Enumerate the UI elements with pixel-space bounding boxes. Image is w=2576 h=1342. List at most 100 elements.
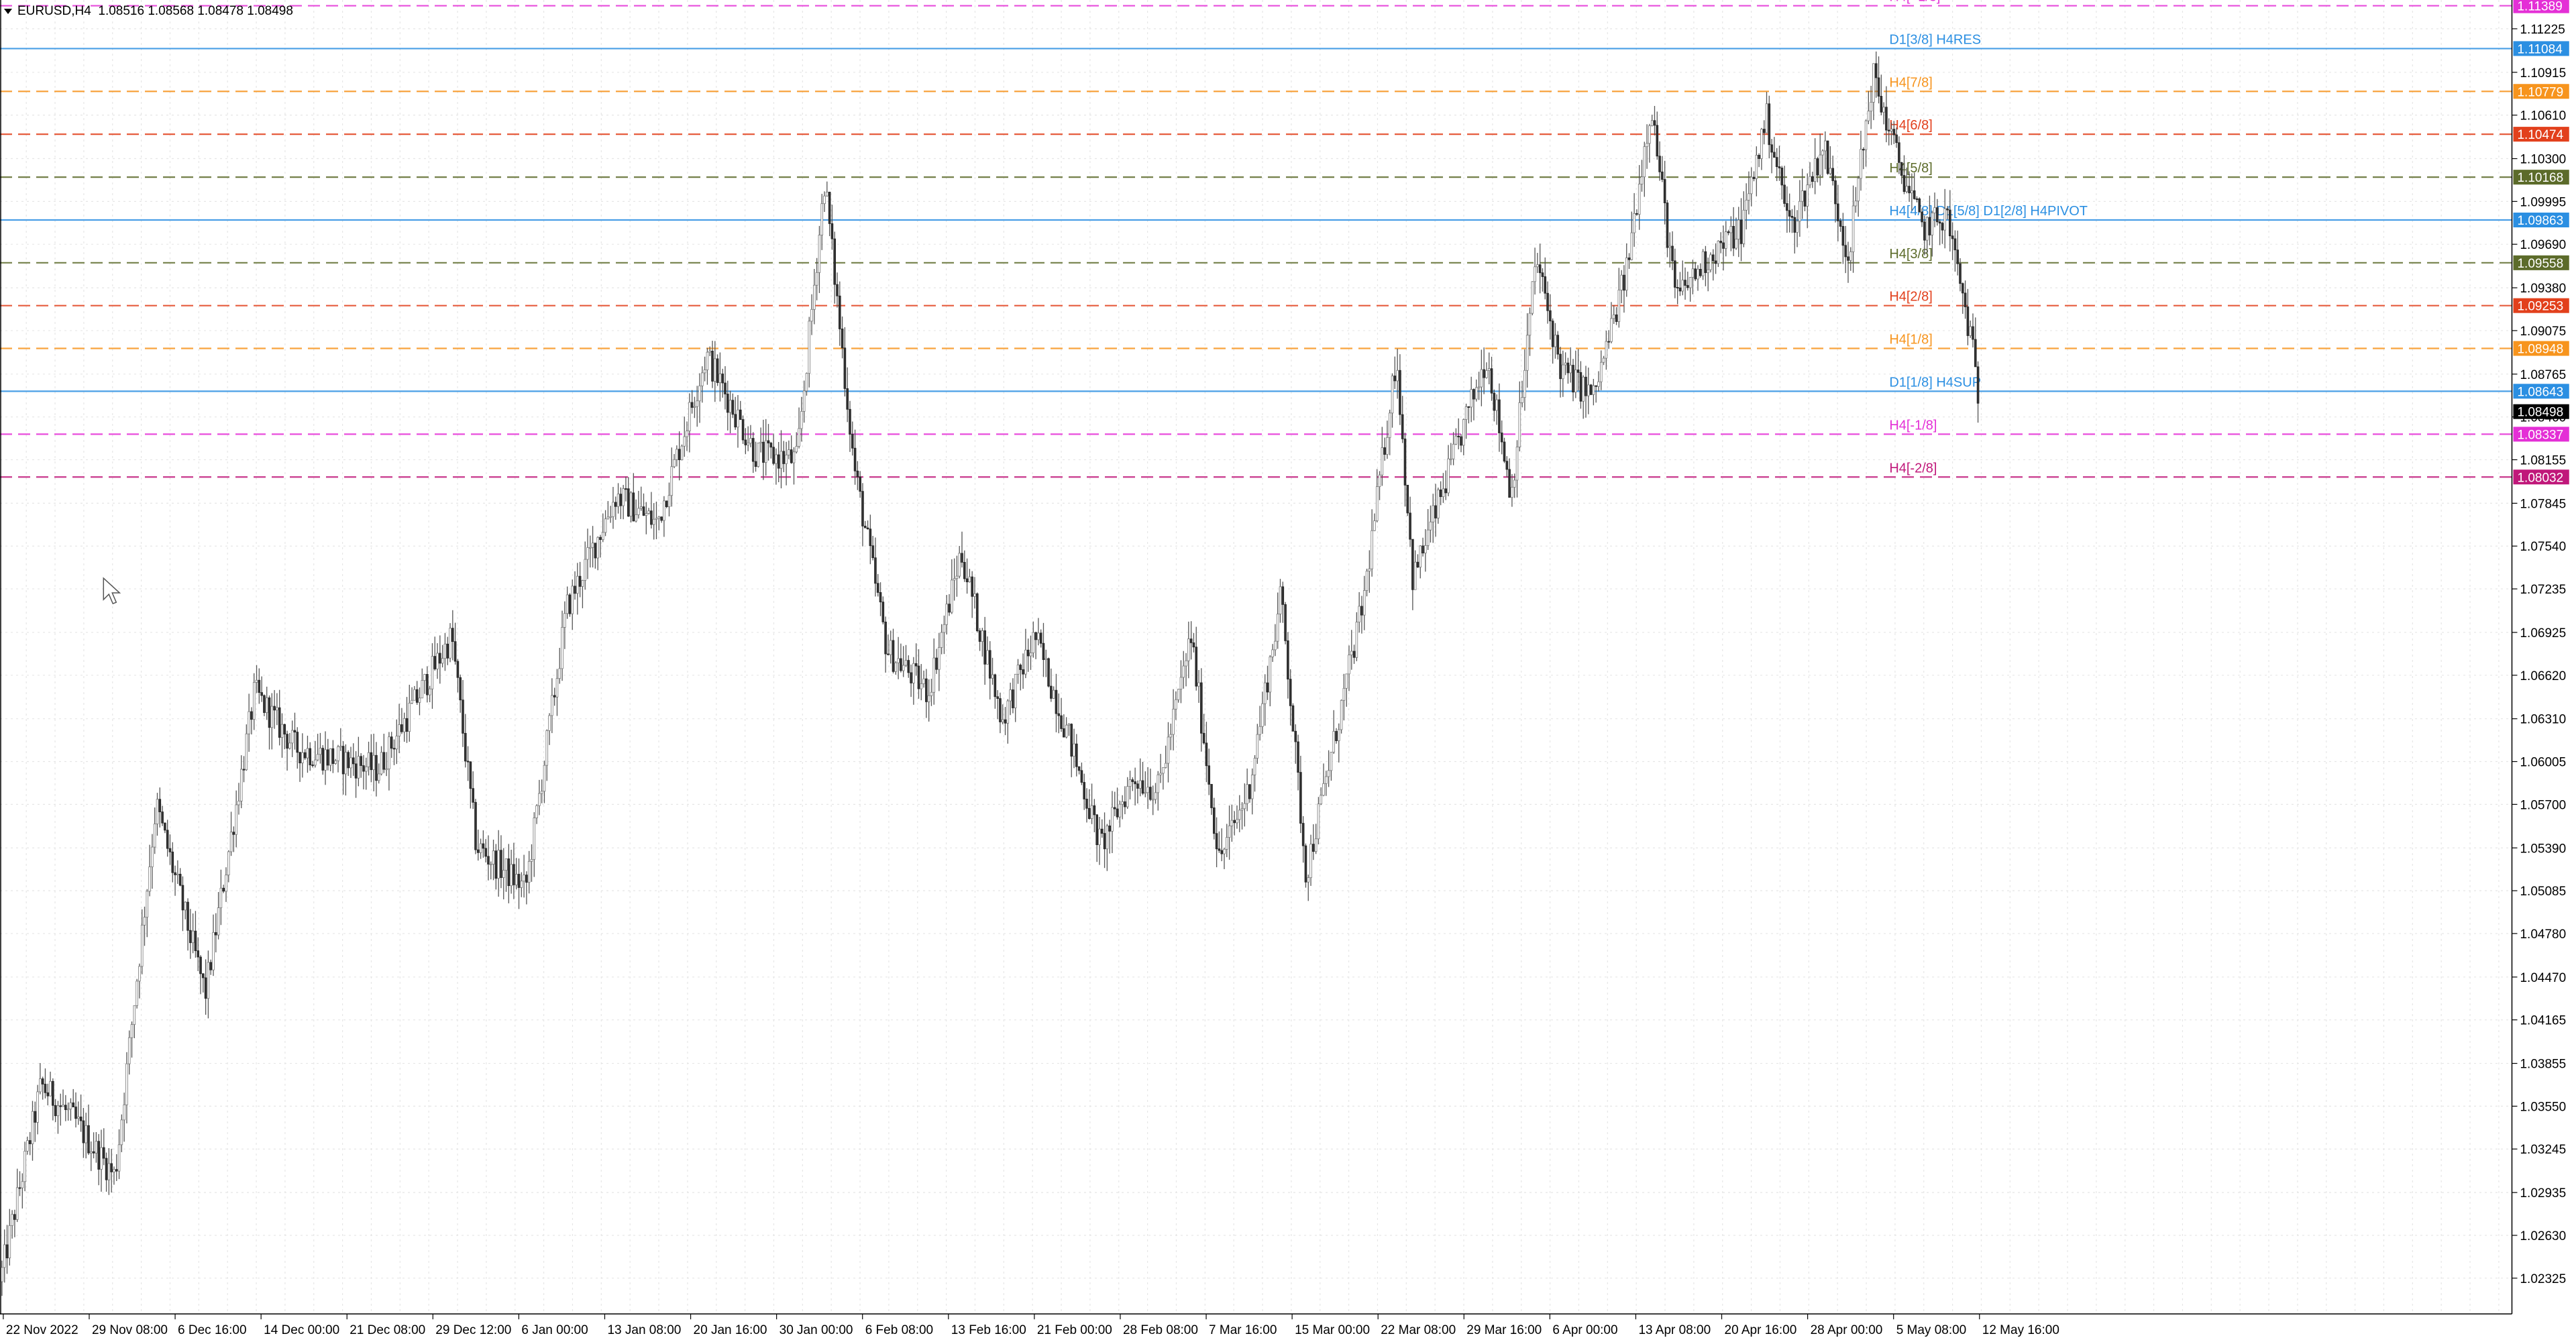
candle-body xyxy=(830,223,834,239)
candle-body xyxy=(1592,385,1595,395)
candle-body xyxy=(1528,313,1532,336)
candle-body xyxy=(413,689,416,701)
candle-body xyxy=(3,1244,6,1268)
y-tick-label: 1.06310 xyxy=(2520,713,2566,727)
candle-body xyxy=(296,732,299,753)
candle-body xyxy=(555,678,559,697)
candle-body xyxy=(415,689,419,703)
candle-body xyxy=(802,390,806,412)
candle-body xyxy=(82,1120,85,1143)
level-price-label: 1.10474 xyxy=(2517,128,2563,142)
candle-body xyxy=(1337,729,1340,741)
candle-body xyxy=(1727,231,1730,233)
candle-body xyxy=(451,628,454,642)
candle-body xyxy=(788,449,790,455)
candle-body xyxy=(428,688,431,695)
candle-body xyxy=(219,887,223,909)
candle-body xyxy=(851,434,854,449)
candle-body xyxy=(1314,838,1318,852)
candle-body xyxy=(446,643,449,659)
level-lines: H4[+1/8] 1.11389 D1[3/8] H4RES 1.11084 H4[7/… xyxy=(0,0,2569,485)
candle-body xyxy=(785,454,788,464)
candle-body xyxy=(245,733,248,771)
candle-body xyxy=(1640,176,1644,184)
candle-body xyxy=(107,1163,111,1180)
candle-body xyxy=(1124,801,1126,807)
candle-body xyxy=(548,715,551,731)
candle-body xyxy=(650,510,653,525)
candle-body xyxy=(8,1225,11,1259)
current-price-label: 1.08498 xyxy=(2517,406,2563,420)
candle-body xyxy=(1373,520,1376,531)
candle-body xyxy=(1055,689,1058,714)
candle-body xyxy=(1413,561,1417,590)
candle-body xyxy=(52,1080,54,1106)
candle-body xyxy=(553,695,556,697)
candle-body xyxy=(1748,193,1750,201)
candle-body xyxy=(1707,269,1710,274)
candle-body xyxy=(1521,397,1523,403)
candle-body xyxy=(260,692,263,696)
candle-body xyxy=(39,1078,42,1093)
candle-body xyxy=(334,760,337,764)
candle-body xyxy=(1661,171,1664,180)
candle-body xyxy=(1551,321,1554,347)
candle-body xyxy=(1409,512,1411,540)
candle-body xyxy=(504,858,508,871)
candle-body xyxy=(1854,201,1858,207)
candle-body xyxy=(920,683,923,689)
candle-body xyxy=(951,579,953,613)
candle-body xyxy=(1352,651,1356,658)
candle-body xyxy=(232,832,235,835)
candle-body xyxy=(1063,728,1065,738)
candle-body xyxy=(879,592,882,603)
candle-body xyxy=(197,950,200,958)
candle-body xyxy=(433,656,437,669)
candle-body xyxy=(1541,272,1544,277)
x-tick-label: 6 Feb 08:00 xyxy=(865,1323,933,1337)
chart-window[interactable]: H4[+1/8] 1.11389 D1[3/8] H4RES 1.11084 H4[7/… xyxy=(0,0,2576,1339)
x-tick-label: 5 May 08:00 xyxy=(1896,1323,1967,1337)
candle-body xyxy=(1768,103,1771,146)
candle-body xyxy=(676,449,678,460)
candles xyxy=(1,51,1980,1296)
candle-body xyxy=(1383,447,1386,455)
y-tick-label: 1.06620 xyxy=(2520,669,2566,683)
candle-body xyxy=(265,697,268,713)
candle-body xyxy=(1931,213,1934,235)
candle-body xyxy=(622,488,625,506)
candle-body xyxy=(268,697,271,728)
candle-body xyxy=(810,309,813,322)
candle-body xyxy=(507,858,511,887)
candle-body xyxy=(1177,689,1180,700)
dropdown-triangle-icon[interactable] xyxy=(4,8,12,14)
candle-body xyxy=(89,1151,93,1154)
y-tick-label: 1.05085 xyxy=(2520,885,2566,899)
candle-body xyxy=(1212,807,1216,834)
price-chart[interactable]: H4[+1/8] 1.11389 D1[3/8] H4RES 1.11084 H4[7/… xyxy=(0,0,2576,1339)
candle-body xyxy=(1925,217,1929,241)
candle-body xyxy=(66,1109,70,1111)
candle-body xyxy=(1921,211,1923,223)
candle-body xyxy=(153,824,156,848)
candle-body xyxy=(1811,176,1814,182)
candle-body xyxy=(400,724,403,732)
candle-body xyxy=(237,800,240,805)
x-tick-label: 6 Dec 16:00 xyxy=(178,1323,246,1337)
candle-body xyxy=(1801,190,1804,202)
candle-body xyxy=(1648,125,1651,144)
candle-body xyxy=(836,284,839,296)
y-tick-label: 1.03855 xyxy=(2520,1058,2566,1072)
candle-body xyxy=(897,658,900,663)
candle-body xyxy=(1077,766,1081,771)
candle-body xyxy=(1250,775,1254,799)
candle-body xyxy=(229,832,233,852)
candle-body xyxy=(571,585,574,614)
candle-body xyxy=(370,752,373,771)
candle-body xyxy=(402,718,406,732)
candle-body xyxy=(222,887,225,892)
candle-body xyxy=(981,630,984,642)
candle-body xyxy=(1964,292,1967,307)
candle-body xyxy=(1623,274,1625,291)
candle-body xyxy=(1605,341,1608,359)
